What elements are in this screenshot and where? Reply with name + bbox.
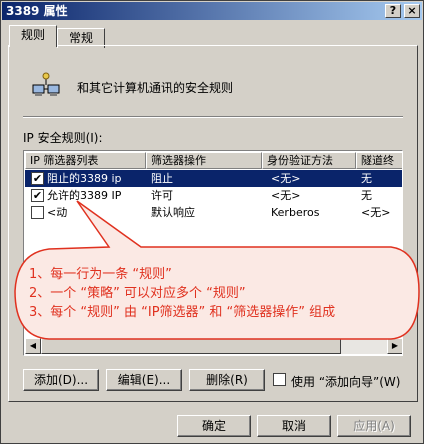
annotation-callout (14, 200, 420, 340)
properties-dialog: 3389 属性 ? × 规则 常规 和其它计算机通讯的安全规则 IP 安全规则(… (0, 0, 424, 444)
annotation-line-3: 3、每个 “规则” 由 “IP筛选器” 和 “筛选器操作” 组成 (29, 305, 336, 320)
annotation-line-1: 1、每一行为一条 “规则” (29, 267, 172, 282)
tab-rules[interactable]: 规则 (9, 25, 57, 47)
annotation-line-2: 2、一个 “策略” 可以对应多个 “规则” (29, 286, 246, 301)
